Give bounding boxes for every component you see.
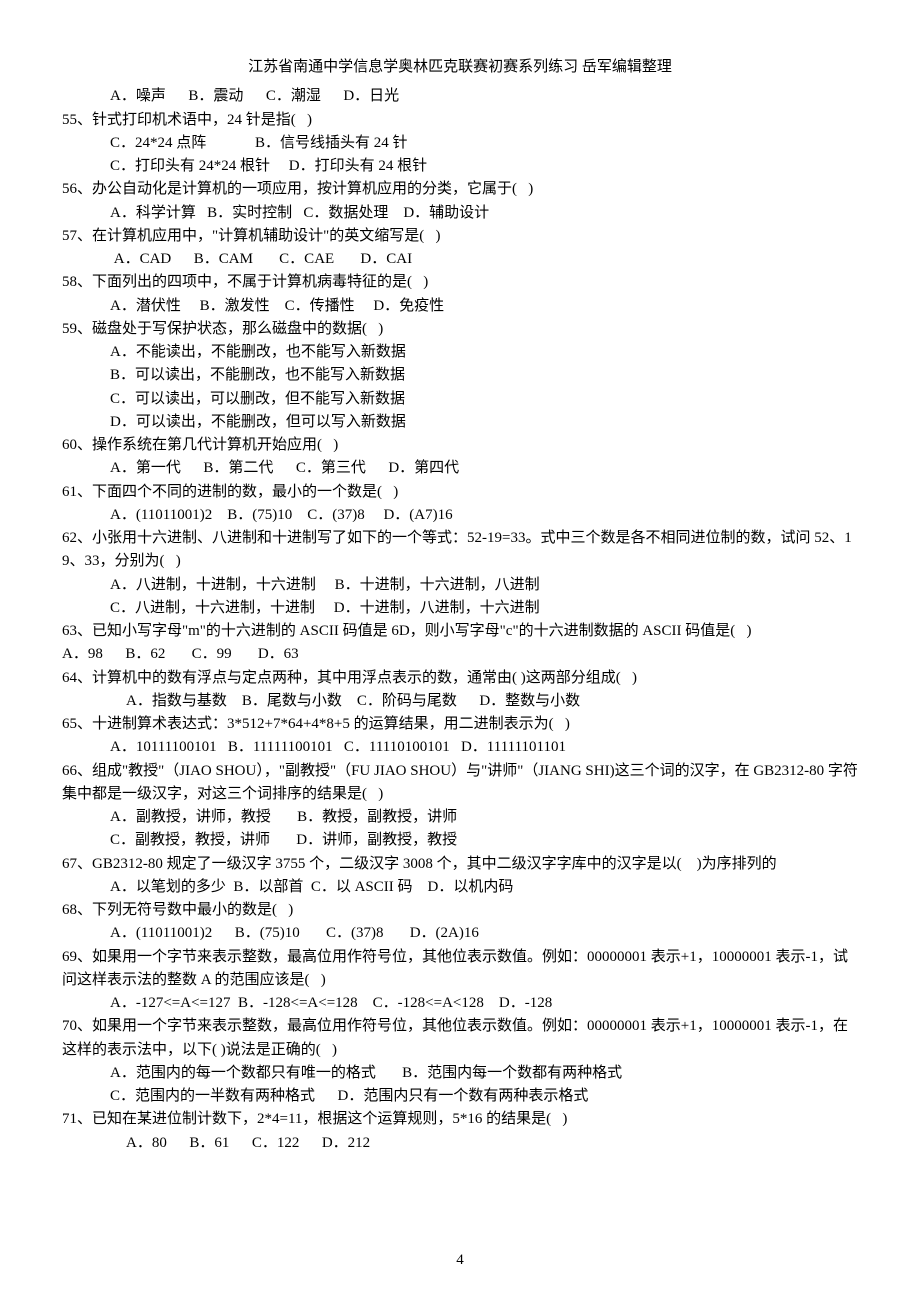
text-line: A．第一代 B．第二代 C．第三代 D．第四代 [62, 457, 858, 480]
text-line: 57、在计算机应用中，"计算机辅助设计"的英文缩写是( ) [62, 225, 858, 248]
text-line: A．潜伏性 B．激发性 C．传播性 D．免疫性 [62, 295, 858, 318]
text-line: 66、组成"教授"（JIAO SHOU），"副教授"（FU JIAO SHOU）… [62, 760, 858, 807]
text-line: A．(11011001)2 B．(75)10 C．(37)8 D．(2A)16 [62, 922, 858, 945]
text-line: A．范围内的每一个数都只有唯一的格式 B．范围内每一个数都有两种格式 [62, 1062, 858, 1085]
text-line: C．打印头有 24*24 根针 D．打印头有 24 根针 [62, 155, 858, 178]
text-line: A．98 B．62 C．99 D．63 [62, 643, 858, 666]
text-line: B．可以读出，不能删改，也不能写入新数据 [62, 364, 858, 387]
text-line: A．CAD B．CAM C．CAE D．CAI [62, 248, 858, 271]
text-line: A．指数与基数 B．尾数与小数 C．阶码与尾数 D．整数与小数 [62, 690, 858, 713]
text-line: C．24*24 点阵 B．信号线插头有 24 针 [62, 132, 858, 155]
page-header: 江苏省南通中学信息学奥林匹克联赛初赛系列练习 岳军编辑整理 [62, 56, 858, 79]
text-line: A．(11011001)2 B．(75)10 C．(37)8 D．(A7)16 [62, 504, 858, 527]
text-line: A．科学计算 B．实时控制 C．数据处理 D．辅助设计 [62, 202, 858, 225]
text-line: 61、下面四个不同的进制的数，最小的一个数是( ) [62, 481, 858, 504]
page-number: 4 [0, 1249, 920, 1272]
text-line: A．10111100101 B．11111100101 C．1111010010… [62, 736, 858, 759]
text-line: A．80 B．61 C．122 D．212 [62, 1132, 858, 1155]
text-line: 65、十进制算术表达式：3*512+7*64+4*8+5 的运算结果，用二进制表… [62, 713, 858, 736]
text-line: A．不能读出，不能删改，也不能写入新数据 [62, 341, 858, 364]
text-line: 60、操作系统在第几代计算机开始应用( ) [62, 434, 858, 457]
text-line: A．副教授，讲师，教授 B．教授，副教授，讲师 [62, 806, 858, 829]
text-line: 71、已知在某进位制计数下，2*4=11，根据这个运算规则，5*16 的结果是(… [62, 1108, 858, 1131]
text-line: A．-127<=A<=127 B．-128<=A<=128 C．-128<=A<… [62, 992, 858, 1015]
text-line: 70、如果用一个字节来表示整数，最高位用作符号位，其他位表示数值。例如：0000… [62, 1015, 858, 1062]
text-line: C．可以读出，可以删改，但不能写入新数据 [62, 388, 858, 411]
text-line: A．八进制，十进制，十六进制 B．十进制，十六进制，八进制 [62, 574, 858, 597]
text-line: 68、下列无符号数中最小的数是( ) [62, 899, 858, 922]
text-line: C．八进制，十六进制，十进制 D．十进制，八进制，十六进制 [62, 597, 858, 620]
text-line: 62、小张用十六进制、八进制和十进制写了如下的一个等式：52-19=33。式中三… [62, 527, 858, 574]
text-line: A．以笔划的多少 B．以部首 C．以 ASCII 码 D．以机内码 [62, 876, 858, 899]
text-line: 63、已知小写字母"m"的十六进制的 ASCII 码值是 6D，则小写字母"c"… [62, 620, 858, 643]
document-page: 江苏省南通中学信息学奥林匹克联赛初赛系列练习 岳军编辑整理 A．噪声 B．震动 … [0, 0, 920, 1302]
text-line: 67、GB2312-80 规定了一级汉字 3755 个，二级汉字 3008 个，… [62, 853, 858, 876]
text-line: D．可以读出，不能删改，但可以写入新数据 [62, 411, 858, 434]
text-line: C．范围内的一半数有两种格式 D．范围内只有一个数有两种表示格式 [62, 1085, 858, 1108]
text-line: 69、如果用一个字节来表示整数，最高位用作符号位，其他位表示数值。例如：0000… [62, 946, 858, 993]
text-line: 58、下面列出的四项中，不属于计算机病毒特征的是( ) [62, 271, 858, 294]
text-line: 56、办公自动化是计算机的一项应用，按计算机应用的分类，它属于( ) [62, 178, 858, 201]
text-line: 64、计算机中的数有浮点与定点两种，其中用浮点表示的数，通常由( )这两部分组成… [62, 667, 858, 690]
text-line: C．副教授，教授，讲师 D．讲师，副教授，教授 [62, 829, 858, 852]
text-line: 55、针式打印机术语中，24 针是指( ) [62, 109, 858, 132]
text-line: A．噪声 B．震动 C．潮湿 D．日光 [62, 85, 858, 108]
text-line: 59、磁盘处于写保护状态，那么磁盘中的数据( ) [62, 318, 858, 341]
document-body: A．噪声 B．震动 C．潮湿 D．日光55、针式打印机术语中，24 针是指( )… [62, 85, 858, 1155]
